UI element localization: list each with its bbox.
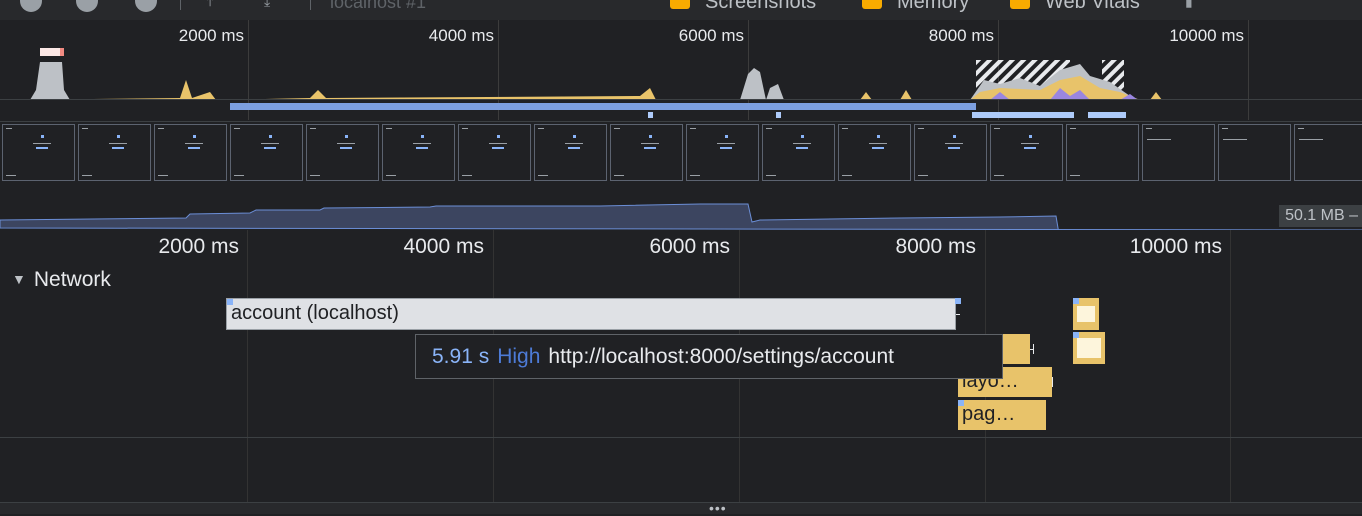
long-task-marker-fill xyxy=(40,48,60,56)
cpu-spike xyxy=(30,62,70,100)
screenshot-thumbnail[interactable] xyxy=(230,124,303,181)
memory-area xyxy=(0,203,1362,230)
screenshot-thumbnail[interactable] xyxy=(1218,124,1291,181)
toolbar-divider xyxy=(180,0,181,10)
expand-triangle-icon[interactable]: ▼ xyxy=(12,271,26,287)
trash-icon[interactable]: ▮ xyxy=(1185,0,1201,8)
network-request-page[interactable]: pag… xyxy=(958,400,1046,430)
record-button[interactable] xyxy=(20,0,42,12)
network-request-small[interactable] xyxy=(1073,332,1105,364)
screenshot-thumbnail[interactable] xyxy=(1294,124,1362,181)
screenshot-thumbnail[interactable] xyxy=(382,124,455,181)
memory-checkbox[interactable] xyxy=(862,0,882,9)
request-end-marker xyxy=(955,298,961,304)
request-start-marker xyxy=(227,299,233,305)
network-track-header[interactable]: ▼ Network xyxy=(12,268,111,292)
network-overview-bar xyxy=(776,112,781,118)
network-overview-bar xyxy=(648,112,653,118)
screenshot-thumbnail[interactable] xyxy=(458,124,531,181)
web-vitals-checkbox[interactable] xyxy=(1010,0,1030,9)
web-vitals-label: Web Vitals xyxy=(1045,0,1140,13)
request-label: pag… xyxy=(962,403,1016,425)
tooltip-url: http://localhost:8000/settings/account xyxy=(548,345,894,368)
main-tick-label: 4000 ms xyxy=(403,235,484,258)
network-request-account[interactable]: account (localhost) xyxy=(226,298,956,330)
track-divider xyxy=(0,437,1362,438)
screenshot-thumbnail[interactable] xyxy=(1142,124,1215,181)
main-tick-label: 10000 ms xyxy=(1129,235,1222,258)
network-request-small[interactable] xyxy=(1073,298,1099,330)
main-tick-label: 8000 ms xyxy=(895,235,976,258)
recording-select[interactable]: localhost #1 xyxy=(330,0,426,13)
request-tooltip: 5.91 s High http://localhost:8000/settings… xyxy=(415,334,1003,379)
screenshots-label: Screenshots xyxy=(705,0,817,13)
reload-record-button[interactable] xyxy=(76,0,98,12)
screenshot-thumbnail[interactable] xyxy=(306,124,379,181)
request-start-marker xyxy=(1073,298,1079,304)
timeline-overview[interactable]: 2000 ms 4000 ms 6000 ms 8000 ms 10000 ms xyxy=(0,20,1362,230)
download-icon[interactable]: ⤓ xyxy=(264,0,280,8)
network-overview-bar xyxy=(972,112,1074,118)
screenshot-thumbnail[interactable] xyxy=(1066,124,1139,181)
request-label: account (localhost) xyxy=(231,302,399,324)
request-whisker xyxy=(956,314,960,315)
scripting-area xyxy=(0,80,656,100)
network-overview-bar xyxy=(230,103,976,110)
screenshot-thumbnail[interactable] xyxy=(762,124,835,181)
tooltip-duration: 5.91 s xyxy=(432,345,490,368)
screenshot-thumbnail[interactable] xyxy=(914,124,987,181)
screenshot-thumbnail[interactable] xyxy=(534,124,607,181)
drag-handle-icon[interactable]: ••• xyxy=(709,501,727,515)
screenshots-checkbox[interactable] xyxy=(670,0,690,9)
memory-badge: 50.1 MB – xyxy=(1279,205,1362,227)
overview-divider xyxy=(0,121,1362,122)
network-overview-bar xyxy=(1088,112,1126,118)
main-tick-label: 2000 ms xyxy=(158,235,239,258)
request-whisker-end xyxy=(1052,377,1053,387)
cpu-activity-chart xyxy=(0,48,1162,100)
clear-button[interactable] xyxy=(135,0,157,12)
request-whisker-end xyxy=(1033,344,1034,354)
panel-resizer[interactable]: ••• xyxy=(0,501,1362,515)
main-gridline xyxy=(247,230,248,502)
screenshot-thumbnail[interactable] xyxy=(78,124,151,181)
screenshot-thumbnail[interactable] xyxy=(990,124,1063,181)
network-track-label: Network xyxy=(33,268,111,291)
screenshot-thumbnail[interactable] xyxy=(2,124,75,181)
cpu-spike xyxy=(740,68,784,100)
memory-label: Memory xyxy=(897,0,970,13)
performance-toolbar: ⤒ ⤓ localhost #1 Screenshots Memory Web … xyxy=(0,0,1362,20)
toolbar-divider xyxy=(310,0,311,10)
memory-graph xyxy=(0,203,1362,230)
screenshot-thumbnail[interactable] xyxy=(838,124,911,181)
request-waiting-fill xyxy=(1077,306,1095,322)
tooltip-priority: High xyxy=(497,345,541,368)
main-tick-label: 6000 ms xyxy=(649,235,730,258)
request-waiting-fill xyxy=(1077,338,1101,358)
screenshot-thumbnail[interactable] xyxy=(686,124,759,181)
request-start-marker xyxy=(958,400,964,406)
upload-icon[interactable]: ⤒ xyxy=(207,0,223,8)
main-gridline xyxy=(1230,230,1231,502)
overview-divider xyxy=(0,99,1362,100)
screenshot-thumbnail[interactable] xyxy=(154,124,227,181)
screenshot-thumbnail[interactable] xyxy=(610,124,683,181)
